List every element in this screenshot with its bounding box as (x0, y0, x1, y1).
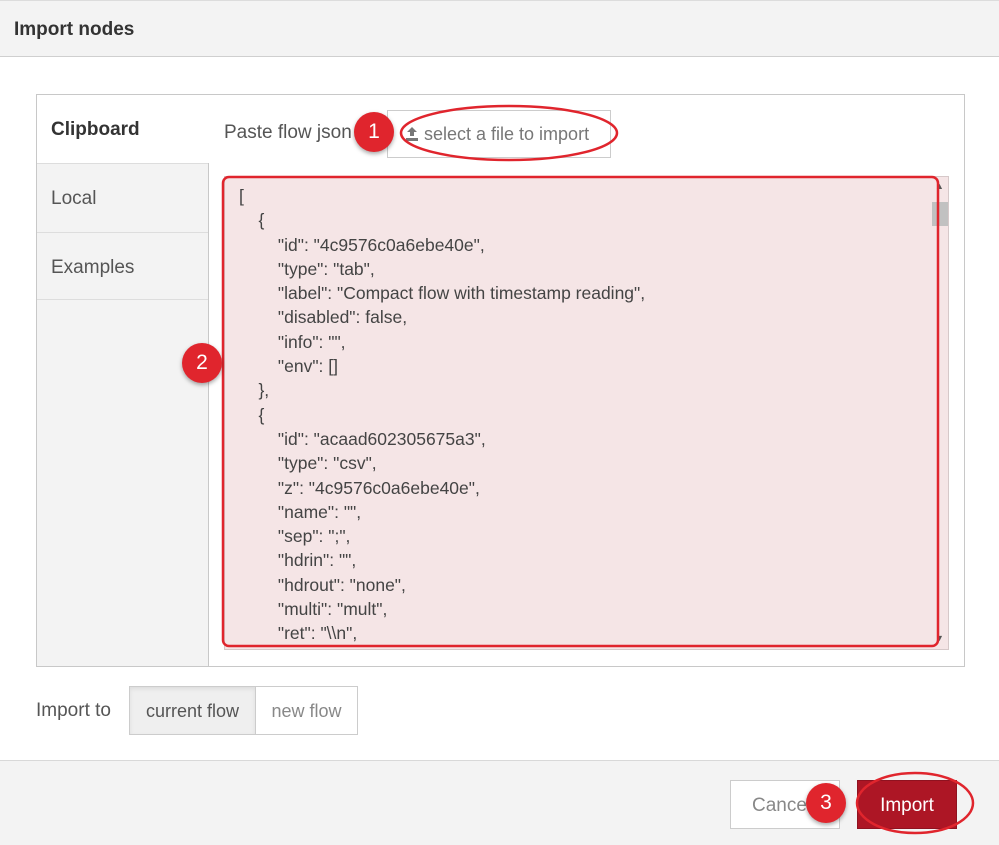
annotation-badge-1: 1 (354, 112, 394, 152)
upload-icon (406, 127, 418, 141)
import-tabs: Clipboard Local Examples (37, 95, 209, 666)
tabs-divider (208, 163, 209, 666)
import-panel: Clipboard Local Examples Paste flow json… (36, 94, 965, 667)
import-button[interactable]: Import (857, 780, 957, 829)
dialog-footer: Cancel Import (0, 760, 999, 845)
tab-examples[interactable]: Examples (37, 232, 209, 300)
select-file-button[interactable]: select a file to import (387, 110, 611, 158)
new-flow-button[interactable]: new flow (255, 686, 358, 735)
scroll-up-icon[interactable]: ▲ (935, 181, 944, 191)
flow-json-text: [ { "id": "4c9576c0a6ebe40e", "type": "t… (239, 186, 646, 649)
import-to-label: Import to (36, 700, 111, 721)
current-flow-button[interactable]: current flow (129, 686, 256, 735)
tab-local[interactable]: Local (37, 163, 209, 231)
editor-scrollbar[interactable]: ▲ ▼ (930, 181, 948, 643)
select-file-label: select a file to import (424, 124, 590, 144)
annotation-badge-3: 3 (806, 783, 846, 823)
tab-clipboard[interactable]: Clipboard (37, 95, 209, 163)
scroll-thumb[interactable] (932, 202, 948, 226)
paste-flow-label: Paste flow json or (224, 122, 374, 143)
flow-json-textarea[interactable]: [ { "id": "4c9576c0a6ebe40e", "type": "t… (224, 176, 949, 650)
scroll-down-icon[interactable]: ▼ (935, 633, 944, 643)
dialog-title: Import nodes (14, 19, 135, 40)
dialog-header: Import nodes (0, 0, 999, 57)
annotation-badge-2: 2 (182, 343, 222, 383)
